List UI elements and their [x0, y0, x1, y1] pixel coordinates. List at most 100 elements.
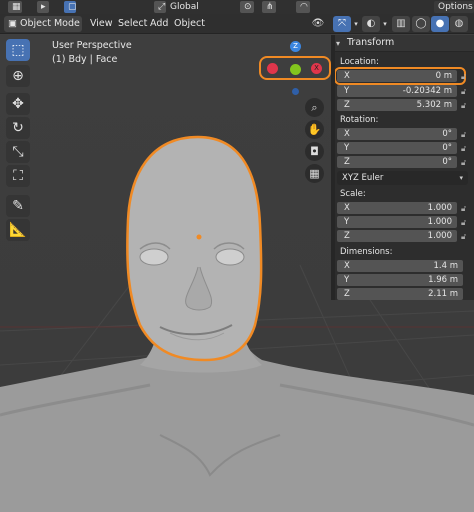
proportional-edit-icon[interactable]: ◠ [296, 1, 310, 13]
transform-tool-icon[interactable]: ⛶ [6, 165, 30, 187]
active-object-label: (1) Bdy | Face [52, 54, 118, 65]
options-label: Options [438, 2, 473, 12]
menu-object[interactable]: Object [174, 16, 205, 32]
field-value: -0.20342 m [402, 86, 452, 96]
visibility-icon[interactable]: 👁 [306, 16, 330, 32]
gizmo-z-axis[interactable]: Z [290, 41, 301, 52]
zoom-icon[interactable]: ⌕ [305, 98, 324, 117]
axis-label: X [344, 203, 350, 213]
mode-dropdown[interactable]: ▣ Object Mode ▾ [4, 16, 82, 44]
select-box-tool-icon[interactable]: ⬚ [6, 39, 30, 61]
lock-icon[interactable]: 🔓︎ [461, 232, 469, 241]
dimensions-label: Dimensions: [340, 247, 393, 257]
axis-label: Y [344, 217, 350, 227]
field-value: 1.000 [427, 217, 452, 227]
axis-label: Y [344, 275, 350, 285]
axis-label: X [344, 129, 350, 139]
axis-label: Z [344, 100, 350, 110]
xray-icon[interactable]: ▥ [392, 16, 410, 32]
rotation-y-field[interactable]: Y 0° [337, 142, 457, 154]
transform-title: Transform [347, 37, 395, 48]
rotation-label: Rotation: [340, 115, 379, 125]
scale-z-field[interactable]: Z 1.000 [337, 230, 457, 242]
lock-icon[interactable]: 🔓︎ [461, 101, 469, 110]
dimensions-x-field[interactable]: X 1.4 m [337, 260, 463, 272]
view-title: User Perspective [52, 40, 132, 51]
rotation-mode-dropdown[interactable]: XYZ Euler ▾ [337, 171, 468, 185]
scale-y-field[interactable]: Y 1.000 [337, 216, 457, 228]
gizmo-toggle-icon[interactable]: ⤧ [333, 16, 351, 32]
rotation-z-field[interactable]: Z 0° [337, 156, 457, 168]
field-value: 1.000 [427, 231, 452, 241]
scale-tool-icon[interactable]: ⤡ [6, 141, 30, 163]
sidebar-scrollbar[interactable] [331, 35, 335, 300]
location-x-highlight [334, 67, 466, 85]
menu-view[interactable]: View [90, 16, 113, 32]
rotation-x-field[interactable]: X 0° [337, 128, 457, 140]
properties-sidebar: ▾ Transform Location: X 0 m Y -0.20342 m… [331, 35, 474, 300]
top-strip: ▦ ▸ ▢ ⤢ Global ⊙ ⋔ ◠ Options [0, 0, 474, 14]
menu-select[interactable]: Select [118, 16, 147, 32]
object-mode-icon: ▣ [8, 18, 17, 29]
rotate-tool-icon[interactable]: ↻ [6, 117, 30, 139]
box-select-icon[interactable]: ▢ [64, 1, 77, 13]
lock-icon[interactable]: 🔓︎ [461, 218, 469, 227]
editor-type-icon[interactable]: ▦ [8, 1, 22, 13]
lock-icon[interactable]: 🔓︎ [461, 144, 469, 153]
dimensions-y-field[interactable]: Y 1.96 m [337, 274, 463, 286]
lock-icon[interactable]: 🔓︎ [461, 87, 469, 96]
transform-panel-header[interactable]: ▾ Transform [331, 35, 474, 52]
orientation-label: Global [170, 2, 199, 12]
rotation-mode-label: XYZ Euler [342, 173, 384, 183]
axis-label: Z [344, 231, 350, 241]
field-value: 1.96 m [428, 275, 458, 285]
annotate-tool-icon[interactable]: ✎ [6, 195, 30, 217]
gizmo-neg-z-axis[interactable] [292, 88, 299, 95]
field-value: 0° [442, 157, 452, 167]
snap-icon[interactable]: ⋔ [262, 1, 276, 13]
gizmo-highlight-ring [259, 56, 331, 80]
perspective-grid-icon[interactable]: ▦ [305, 164, 324, 183]
axis-label: Y [344, 86, 350, 96]
dimensions-z-field[interactable]: Z 2.11 m [337, 288, 463, 300]
field-value: 0° [442, 129, 452, 139]
measure-tool-icon[interactable]: 📐 [6, 219, 30, 241]
viewport-header: ▣ Object Mode ▾ View Select Add Object 👁… [0, 14, 474, 44]
select-tool-icon[interactable]: ▸ [37, 1, 49, 13]
lock-icon[interactable]: 🔓︎ [461, 204, 469, 213]
location-y-field[interactable]: Y -0.20342 m [337, 85, 457, 97]
pan-hand-icon[interactable]: ✋ [305, 120, 324, 139]
material-shading-icon[interactable]: ◍ [450, 16, 468, 32]
axis-label: Y [344, 143, 350, 153]
overlay-icon[interactable]: ◐ [362, 16, 380, 32]
pivot-icon[interactable]: ⊙ [240, 1, 254, 13]
gizmo-z-label: Z [293, 42, 298, 50]
orientation-dropdown[interactable]: Global [166, 1, 206, 13]
axis-label: Z [344, 157, 350, 167]
chevron-down-icon: ▾ [459, 174, 463, 182]
lock-icon[interactable]: 🔓︎ [461, 130, 469, 139]
options-button[interactable]: Options [434, 1, 474, 13]
solid-shading-icon[interactable]: ● [431, 16, 449, 32]
scale-x-field[interactable]: X 1.000 [337, 202, 457, 214]
field-value: 1.4 m [433, 261, 459, 271]
lock-icon[interactable]: 🔓︎ [461, 72, 469, 81]
mode-label: Object Mode [20, 18, 80, 29]
move-tool-icon[interactable]: ✥ [6, 93, 30, 115]
lock-icon[interactable]: 🔓︎ [461, 158, 469, 167]
menu-add[interactable]: Add [150, 16, 168, 32]
camera-icon[interactable]: ◘ [305, 142, 324, 161]
blender-window: { "topbar": { "orientation_label": "Glob… [0, 0, 474, 512]
wireframe-shading-icon[interactable]: ◯ [412, 16, 430, 32]
location-z-field[interactable]: Z 5.302 m [337, 99, 457, 111]
chevron-down-icon[interactable]: ▾ [381, 16, 389, 32]
field-value: 1.000 [427, 203, 452, 213]
chevron-down-icon[interactable]: ▾ [352, 16, 360, 32]
cursor-tool-icon[interactable]: ⊕ [6, 65, 30, 87]
axis-label: X [344, 261, 350, 271]
scale-label: Scale: [340, 189, 366, 199]
axis-label: Z [344, 289, 350, 299]
field-value: 5.302 m [416, 100, 452, 110]
collapse-arrow-icon: ▾ [336, 39, 341, 48]
field-value: 0° [442, 143, 452, 153]
